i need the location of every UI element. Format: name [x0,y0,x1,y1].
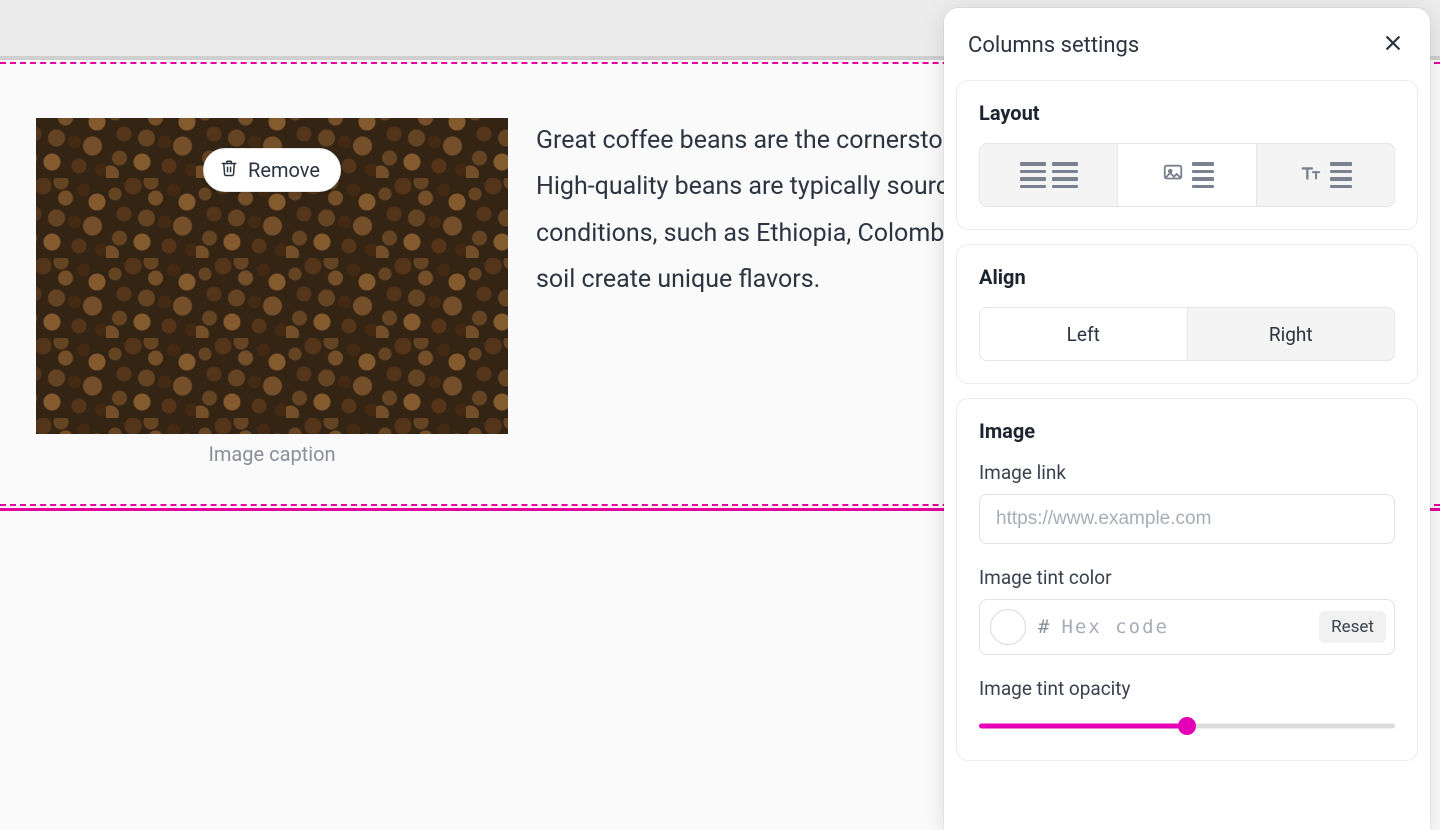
align-left-label: Left [1067,323,1100,346]
layout-option-image-text[interactable] [1118,144,1256,206]
column-image: Remove Image caption [36,118,508,466]
block-image[interactable]: Remove [36,118,508,434]
panel-body: Layout [944,80,1430,781]
close-panel-button[interactable] [1380,30,1406,60]
text-columns-icon [1020,162,1078,188]
remove-image-label: Remove [248,158,320,182]
heading-icon [1298,162,1324,188]
align-option-left[interactable]: Left [980,308,1188,360]
align-option-right[interactable]: Right [1188,308,1395,360]
layout-option-text-text[interactable] [980,144,1118,206]
image-tint-color-label: Image tint color [979,566,1395,589]
columns-settings-panel: Columns settings Layout [944,8,1430,830]
tint-opacity-slider[interactable] [979,714,1395,738]
align-right-label: Right [1269,323,1313,346]
layout-segmented [979,143,1395,207]
align-card: Align Left Right [956,244,1418,384]
layout-card: Layout [956,80,1418,230]
image-title: Image [979,419,1395,443]
align-title: Align [979,265,1395,289]
layout-option-heading-text[interactable] [1257,144,1394,206]
image-link-input[interactable] [979,494,1395,544]
text-lines-icon [1330,162,1352,188]
image-tint-opacity-label: Image tint opacity [979,677,1395,700]
remove-image-button[interactable]: Remove [203,148,341,192]
image-card: Image Image link Image tint color # Rese… [956,398,1418,761]
trash-icon [220,158,238,182]
tint-reset-label: Reset [1331,617,1374,637]
slider-fill [979,724,1187,729]
panel-title: Columns settings [968,33,1139,58]
panel-header: Columns settings [944,8,1430,80]
close-icon [1382,39,1404,58]
align-segmented: Left Right [979,307,1395,361]
tint-reset-button[interactable]: Reset [1319,611,1386,643]
image-icon [1160,162,1186,188]
text-lines-icon [1192,162,1214,188]
hex-prefix: # [1038,616,1049,638]
image-caption-placeholder[interactable]: Image caption [208,442,335,466]
tint-color-row: # Reset [979,599,1395,655]
slider-thumb[interactable] [1178,717,1196,735]
tint-hex-input[interactable] [1061,616,1307,638]
tint-color-swatch[interactable] [990,609,1026,645]
image-link-label: Image link [979,461,1395,484]
layout-title: Layout [979,101,1395,125]
